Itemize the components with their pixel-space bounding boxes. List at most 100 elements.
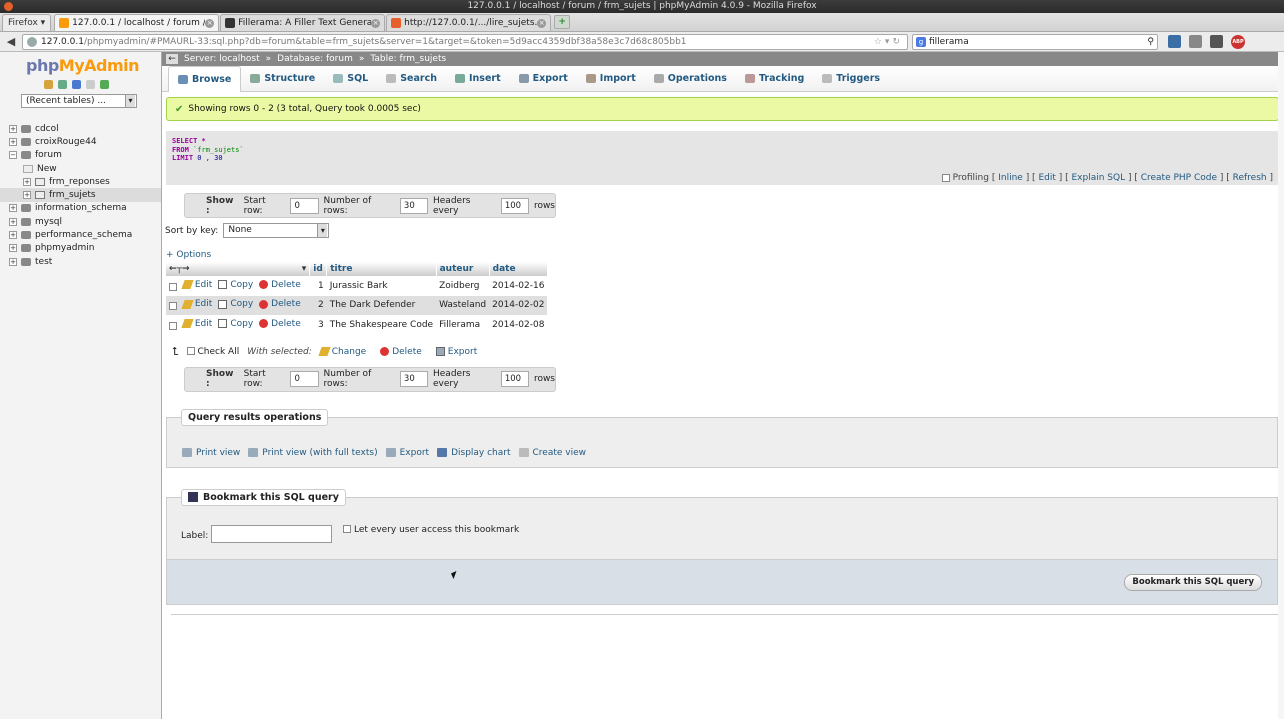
inline-link[interactable]: Inline (998, 173, 1023, 183)
cell-auteur[interactable]: Wasteland (436, 295, 490, 315)
browser-tab-fillerama[interactable]: Fillerama: A Filler Text Generator × (220, 14, 386, 31)
tree-item-information-schema[interactable]: + information_schema (0, 202, 161, 215)
sql-query-box[interactable]: SELECT * FROM `frm_sujets` LIMIT 0 , 30 (166, 131, 1279, 171)
close-tab-icon[interactable]: × (371, 18, 381, 28)
tab-export[interactable]: Export (510, 66, 577, 92)
reload-icon[interactable] (100, 80, 109, 89)
delete-selected-button[interactable]: Delete (380, 347, 422, 357)
tree-item-forum[interactable]: − forum (0, 149, 161, 162)
cell-auteur[interactable]: Zoidberg (436, 276, 490, 296)
firefox-menu-button[interactable]: Firefox ▾ (2, 14, 52, 31)
tab-sql[interactable]: SQL (324, 66, 377, 92)
cell-id[interactable]: 2 (309, 295, 327, 315)
collapse-panel-icon[interactable]: ← (166, 54, 178, 64)
copy-row-button[interactable]: Copy (218, 299, 253, 309)
bookmark-submit-button[interactable]: Bookmark this SQL query (1124, 573, 1262, 591)
tree-item-new[interactable]: New (0, 162, 161, 175)
cell-titre[interactable]: The Shakespeare Code (326, 315, 437, 335)
breadcrumb-table[interactable]: Table: frm_sujets (370, 54, 446, 64)
create-php-code-link[interactable]: Create PHP Code (1141, 173, 1217, 183)
tree-item-test[interactable]: + test (0, 255, 161, 268)
tree-item-performance-schema[interactable]: + performance_schema (0, 228, 161, 241)
expand-icon[interactable]: + (9, 257, 17, 266)
tab-operations[interactable]: Operations (645, 66, 736, 92)
expand-icon[interactable]: + (9, 244, 17, 253)
print-view-full-link[interactable]: Print view (with full texts) (248, 448, 378, 458)
cell-date[interactable]: 2014-02-16 (489, 276, 548, 296)
expand-icon[interactable]: + (9, 217, 17, 226)
edit-row-button[interactable]: Edit (181, 280, 212, 290)
delete-row-button[interactable]: Delete (259, 280, 301, 290)
recent-tables-select[interactable]: (Recent tables) ... (21, 94, 137, 108)
bookmark-star-icon[interactable]: ☆▾↻ (874, 37, 903, 47)
edit-row-button[interactable]: Edit (181, 319, 212, 329)
cell-id[interactable]: 3 (309, 315, 327, 335)
refresh-link[interactable]: Refresh (1233, 173, 1267, 183)
number-of-rows-input[interactable]: 30 (399, 371, 428, 387)
search-input[interactable]: fillerama (929, 37, 1144, 47)
google-engine-icon[interactable]: g (916, 36, 926, 47)
cell-titre[interactable]: The Dark Defender (326, 295, 437, 315)
explain-sql-link[interactable]: Explain SQL (1071, 173, 1125, 183)
copy-row-button[interactable]: Copy (218, 319, 253, 329)
profiling-checkbox[interactable] (941, 173, 950, 182)
export-link[interactable]: Export (385, 448, 429, 458)
tree-item-cdcol[interactable]: + cdcol (0, 122, 161, 135)
column-header-id[interactable]: id (309, 262, 328, 276)
column-header-titre[interactable]: titre (326, 262, 437, 276)
browser-tab-phpmyadmin[interactable]: 127.0.0.1 / localhost / forum / fr... × (54, 14, 220, 31)
search-box[interactable]: g fillerama ⚲ (912, 33, 1158, 50)
new-tab-button[interactable]: + (554, 15, 571, 29)
back-arrow-icon[interactable]: ◀ (4, 35, 18, 48)
scrollbar[interactable] (1278, 52, 1284, 719)
tab-import[interactable]: Import (577, 66, 645, 92)
check-all-checkbox[interactable] (186, 347, 195, 355)
create-view-link[interactable]: Create view (518, 448, 586, 458)
column-header-date[interactable]: date (489, 262, 548, 276)
breadcrumb-server[interactable]: Server: localhost (184, 54, 260, 64)
start-row-input[interactable]: 0 (290, 197, 319, 214)
bookmarks-icon[interactable] (1168, 35, 1181, 48)
url-bar[interactable]: 127.0.0.1/phpmyadmin/#PMAURL-33:sql.php?… (22, 33, 908, 50)
tab-tracking[interactable]: Tracking (736, 66, 813, 92)
edit-row-button[interactable]: Edit (181, 299, 212, 309)
bookmark-label-input[interactable] (211, 524, 332, 543)
expand-icon[interactable]: + (9, 231, 17, 240)
sort-by-key-select[interactable]: None (223, 223, 330, 238)
edit-sql-link[interactable]: Edit (1038, 173, 1055, 183)
expand-icon[interactable]: + (23, 177, 31, 186)
download-icon[interactable] (1189, 35, 1202, 48)
search-icon[interactable]: ⚲ (1147, 37, 1154, 47)
tree-item-mysql[interactable]: + mysql (0, 215, 161, 228)
browser-tab-lire-sujets[interactable]: http://127.0.0.1/.../lire_sujets.php × (386, 14, 552, 31)
cell-titre[interactable]: Jurassic Bark (326, 276, 437, 296)
column-header-auteur[interactable]: auteur (436, 262, 490, 276)
print-view-link[interactable]: Print view (182, 448, 240, 458)
row-checkbox[interactable] (169, 321, 177, 330)
collapse-icon[interactable]: − (9, 151, 17, 160)
help-icon[interactable] (72, 80, 81, 89)
site-identity-icon[interactable] (27, 36, 37, 47)
delete-row-button[interactable]: Delete (259, 319, 301, 329)
tree-item-phpmyadmin[interactable]: + phpmyadmin (0, 242, 161, 255)
delete-row-button[interactable]: Delete (259, 299, 301, 309)
bookmark-public-checkbox[interactable] (343, 525, 351, 533)
start-row-input[interactable]: 0 (290, 371, 319, 387)
tab-browse[interactable]: Browse (168, 65, 242, 92)
cell-date[interactable]: 2014-02-08 (489, 315, 548, 335)
adblock-icon[interactable]: ABP (1231, 34, 1245, 49)
tree-item-frm-reponses[interactable]: + frm_reponses (0, 175, 161, 188)
number-of-rows-input[interactable]: 30 (399, 197, 428, 214)
row-checkbox[interactable] (169, 302, 177, 310)
home-icon[interactable] (44, 80, 53, 89)
export-selected-button[interactable]: Export (435, 347, 477, 357)
home-icon[interactable] (1210, 35, 1223, 48)
copy-row-button[interactable]: Copy (218, 280, 253, 290)
tree-item-croixrouge44[interactable]: + croixRouge44 (0, 135, 161, 148)
phpmyadmin-logo[interactable]: phpMyAdmin (26, 56, 161, 75)
tree-item-frm-sujets[interactable]: + frm_sujets (0, 188, 161, 202)
tab-search[interactable]: Search (377, 66, 446, 92)
logout-icon[interactable] (58, 80, 67, 89)
tab-structure[interactable]: Structure (241, 66, 324, 92)
expand-icon[interactable]: + (9, 124, 17, 133)
